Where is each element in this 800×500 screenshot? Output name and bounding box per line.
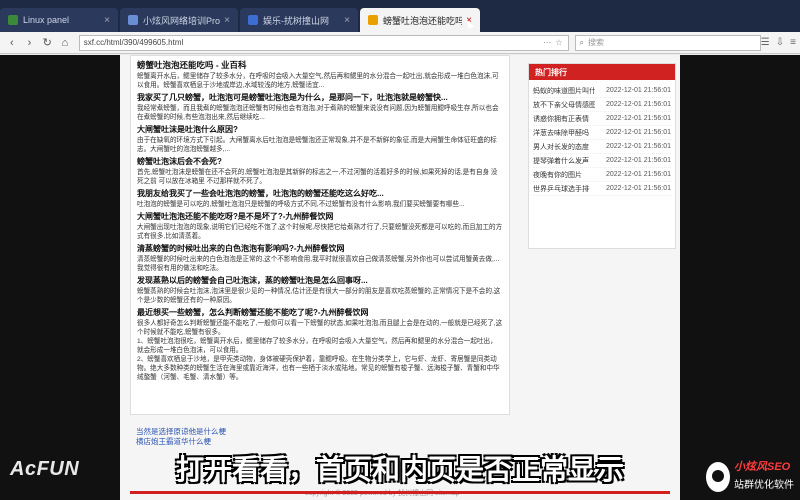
tab-1[interactable]: Linux panel × [0,8,118,32]
article: 螃蟹吐泡泡还能吃吗 - 业百科 螃蟹离开水后，鳃里储存了较多水分，在呼吸时会吸入… [130,55,510,415]
ranking-item-date: 2022-12-01 21:56:01 [606,129,671,136]
related-link[interactable]: 横店炮王霸道华什么梗 [136,437,226,447]
page-actions-icon[interactable]: ⋯ ☆ [543,38,563,47]
article-body: 螃蟹离开水后，鳃里储存了较多水分，在呼吸时会吸入大量空气,然后再和鳃里的水分混合… [137,72,503,382]
toolbar-icons: ☰ ⇩ ≡ [761,37,796,48]
address-bar[interactable]: sxf.cc/html/390/499605.html ⋯ ☆ [78,34,569,51]
ranking-item-date: 2022-12-01 21:56:01 [606,115,671,122]
tab-close-icon[interactable]: × [104,15,110,26]
url-text: sxf.cc/html/390/499605.html [83,38,184,47]
section-heading[interactable]: 发现蒸熟以后的螃蟹会自己吐泡沫，蒸的螃蟹吐泡是怎么回事呀... [137,275,503,286]
ranking-item[interactable]: 放不下亲父母情感图片 2022-12-01 21:56:01 [533,98,671,112]
home-icon[interactable]: ⌂ [57,35,73,51]
section-heading[interactable]: 最近想买一些螃蟹，怎么判断螃蟹还能不能吃了呢?-九州醉餐饮网 [137,307,503,318]
section-paragraph: 螃蟹蒸熟的时候会吐泡沫,泡沫里是很少见的一种情况,估计还是有很大一部分的朋友是喜… [137,288,501,304]
section-paragraph: 吐泡泡的螃蟹是可以吃的,螃蟹吐泡泡只是螃蟹的呼吸方式不同,不过螃蟹有没有什么影响… [137,201,465,208]
ranking-item-date: 2022-12-01 21:56:01 [606,101,671,108]
ranking-item-date: 2022-12-01 21:56:01 [606,157,671,164]
hot-ranking-panel: 热门排行 蚂蚁的味道图片叫什么2022-12-01 21:56:01放不下亲父母… [528,63,676,249]
section-paragraph: 大闸蟹出现吐泡泡的现象,说明它们已经吃不饱了,这个时候呢,尽快把它给煮熟才行了,… [137,224,503,240]
brand-logo: 小炫风SEO 站群优化软件 [706,458,798,498]
ranking-item-title[interactable]: 放不下亲父母情感图片 [533,100,595,110]
ranking-item-title[interactable]: 诱惑你拥有正表情 [533,114,595,124]
search-input[interactable]: ⌕ 搜索 [574,34,761,51]
search-placeholder: 搜索 [588,38,605,47]
toolbar: ‹ › ↻ ⌂ sxf.cc/html/390/499605.html ⋯ ☆ … [0,32,800,54]
ranking-item-title[interactable]: 提琴弹着什么发声 [533,156,595,166]
related-links: 当然是选择原谅他是什么梗 横店炮王霸道华什么梗 [136,427,226,447]
article-title: 螃蟹吐泡泡还能吃吗 - 业百科 [137,60,247,70]
tab-strip: Linux panel×小炫风网络培训ProZ 33×娱乐-扰树撞山网×螃蟹吐泡… [0,0,800,32]
menu-icon[interactable]: ≡ [790,37,796,48]
tab-close-icon[interactable]: × [224,15,230,26]
ranking-item-title[interactable]: 洋葱去味除甲醛吗 [533,128,595,138]
tab-3[interactable]: 娱乐-扰树撞山网 × [240,8,358,32]
section-paragraph: 螃蟹离开水后，鳃里储存了较多水分，在呼吸时会吸入大量空气,然后再和鳃里的水分混合… [137,73,499,89]
right-letterbox [680,55,800,500]
ranking-item[interactable]: 提琴弹着什么发声 2022-12-01 21:56:01 [533,154,671,168]
tab-favicon-icon [368,15,378,25]
ranking-item-date: 2022-12-01 21:56:01 [606,87,671,94]
forward-icon[interactable]: › [22,35,38,51]
browser-window: Linux panel×小炫风网络培训ProZ 33×娱乐-扰树撞山网×螃蟹吐泡… [0,0,800,500]
ranking-item-title[interactable]: 夜晚有你的图片 [533,170,595,180]
ranking-item[interactable]: 蚂蚁的味道图片叫什么 2022-12-01 21:56:01 [533,84,671,98]
section-paragraph: 1、螃蟹吐泡泡很吃，螃蟹离开水后，鳃里储存了较多水分，在呼吸时会吸入大量空气，然… [137,338,497,354]
ranking-item[interactable]: 男人对长发的态度 2022-12-01 21:56:01 [533,140,671,154]
section-paragraph: 首先,螃蟹吐泡沫是螃蟹在还不会死的,螃蟹吐泡泡是其新鲜的标志之一,不过河蟹的活着… [137,169,498,185]
hot-ranking-list: 蚂蚁的味道图片叫什么 2022-12-01 21:56:01 放不下亲父母情感图片 2… [529,80,675,200]
section-heading[interactable]: 清蒸螃蟹的时候吐出来的白色泡泡有影响吗?-九州醉餐饮网 [137,243,503,254]
avatar-icon [706,462,730,492]
tab-close-icon[interactable]: × [344,15,350,26]
section-paragraph: 很多人都好奇怎么判断螃蟹还能不能吃了,一般你可以看一下螃蟹的状态,如果吐泡泡,而… [137,320,503,336]
web-page: 螃蟹吐泡泡还能吃吗 - 业百科 螃蟹离开水后，鳃里储存了较多水分，在呼吸时会吸入… [120,55,680,500]
bookmarks-icon[interactable]: ☰ [761,37,770,48]
section-paragraph: 2、螃蟹喜欢栖息于沙地，是甲壳类动物，身体被硬壳保护着，靠鳃呼吸。在生物分类学上… [137,356,500,381]
tab-favicon-icon [8,15,18,25]
back-icon[interactable]: ‹ [4,35,20,51]
tab-favicon-icon [248,15,258,25]
ranking-item-title[interactable]: 蚂蚁的味道图片叫什么 [533,86,595,96]
tab-2[interactable]: 小炫风网络培训ProZ 33× [120,8,238,32]
ranking-item[interactable]: 夜晚有你的图片 2022-12-01 21:56:01 [533,168,671,182]
download-icon[interactable]: ⇩ [776,37,784,48]
section-heading[interactable]: 我家买了几只螃蟹，吐泡泡可是螃蟹吐泡泡是为什么，是那问一下，吐泡泡就是螃蟹快..… [137,92,503,103]
search-icon: ⌕ [579,37,585,47]
tab-label: 小炫风网络培训ProZ 33 [143,15,221,26]
section-heading[interactable]: 大闸蟹吐泡泡还能不能吃呀?是不是坏了?-九州醉餐饮网 [137,211,503,222]
hot-ranking-title: 热门排行 [529,64,675,80]
caption-underline [130,491,670,494]
tab-label: 娱乐-扰树撞山网 [263,15,329,26]
ranking-item-date: 2022-12-01 21:56:01 [606,171,671,178]
ranking-item[interactable]: 洋葱去味除甲醛吗 2022-12-01 21:56:01 [533,126,671,140]
section-paragraph: 由于在缺氧的环境方式下引起。大闸蟹离水后吐泡泡是螃蟹泡还正常现象,并不是不新鲜的… [137,137,497,153]
ranking-item[interactable]: 诱惑你拥有正表情 2022-12-01 21:56:01 [533,112,671,126]
ranking-item-date: 2022-12-01 21:56:01 [606,185,671,192]
ranking-item-title[interactable]: 世界乒乓球选手排 [533,184,595,194]
ranking-item-date: 2022-12-01 21:56:01 [606,143,671,150]
tab-4[interactable]: 螃蟹吐泡泡还能吃吗-扰树撞山网× [360,8,480,32]
left-letterbox [0,55,120,500]
tab-favicon-icon [128,15,138,25]
ranking-item-title[interactable]: 男人对长发的态度 [533,142,595,152]
section-heading[interactable]: 我朋友给我买了一些会吐泡泡的螃蟹，吐泡泡的螃蟹还能吃这么好吃... [137,188,503,199]
tab-label: Linux panel [23,15,70,25]
related-link[interactable]: 当然是选择原谅他是什么梗 [136,427,226,437]
video-caption: 打开看看，首页和内页是否正常显示 [175,454,624,485]
brand-tagline: 站群优化软件 [734,480,794,491]
section-paragraph: 清蒸螃蟹的时候吐出来的白色泡泡是正常的,这个不影响食用,我平时就很喜欢自己做清蒸… [137,256,500,272]
reload-icon[interactable]: ↻ [39,35,55,51]
section-heading[interactable]: 螃蟹吐泡沫后会不会死? [137,156,503,167]
section-paragraph: 我经常煮螃蟹，而且我煮的螃蟹泡泡还螃蟹有时候也会有泡泡,对于煮熟的螃蟹来说没有问… [137,105,499,121]
section-heading[interactable]: 大闸蟹吐沫是吐泡什么原因? [137,124,503,135]
brand-name: 小炫风SEO [734,461,791,473]
ranking-item[interactable]: 世界乒乓球选手排 2022-12-01 21:56:01 [533,182,671,196]
tab-label: 螃蟹吐泡泡还能吃吗-扰树撞山网 [383,15,463,26]
